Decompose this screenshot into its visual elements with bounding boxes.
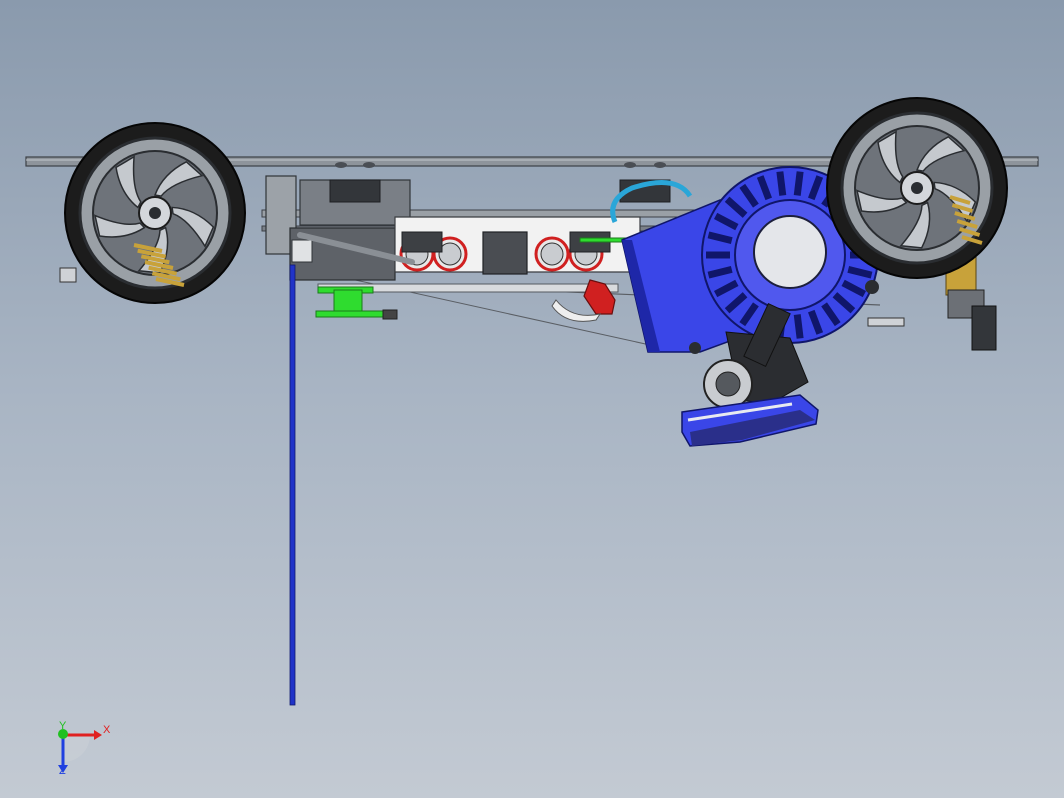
- flywheel-hub: [753, 215, 827, 289]
- triad-z-label: Z: [59, 765, 66, 777]
- triad-y-label: Y: [59, 720, 67, 732]
- cad-viewport[interactable]: X Y Z: [0, 0, 1064, 798]
- triad-x-label: X: [103, 724, 111, 736]
- front-bolt: [59, 267, 77, 283]
- pull-starter[interactable]: [681, 394, 819, 447]
- rc-car-chassis-model[interactable]: [0, 0, 1064, 798]
- antenna-rod[interactable]: [289, 264, 296, 706]
- rear-wheel[interactable]: [826, 97, 1008, 279]
- front-wheel[interactable]: [64, 122, 246, 304]
